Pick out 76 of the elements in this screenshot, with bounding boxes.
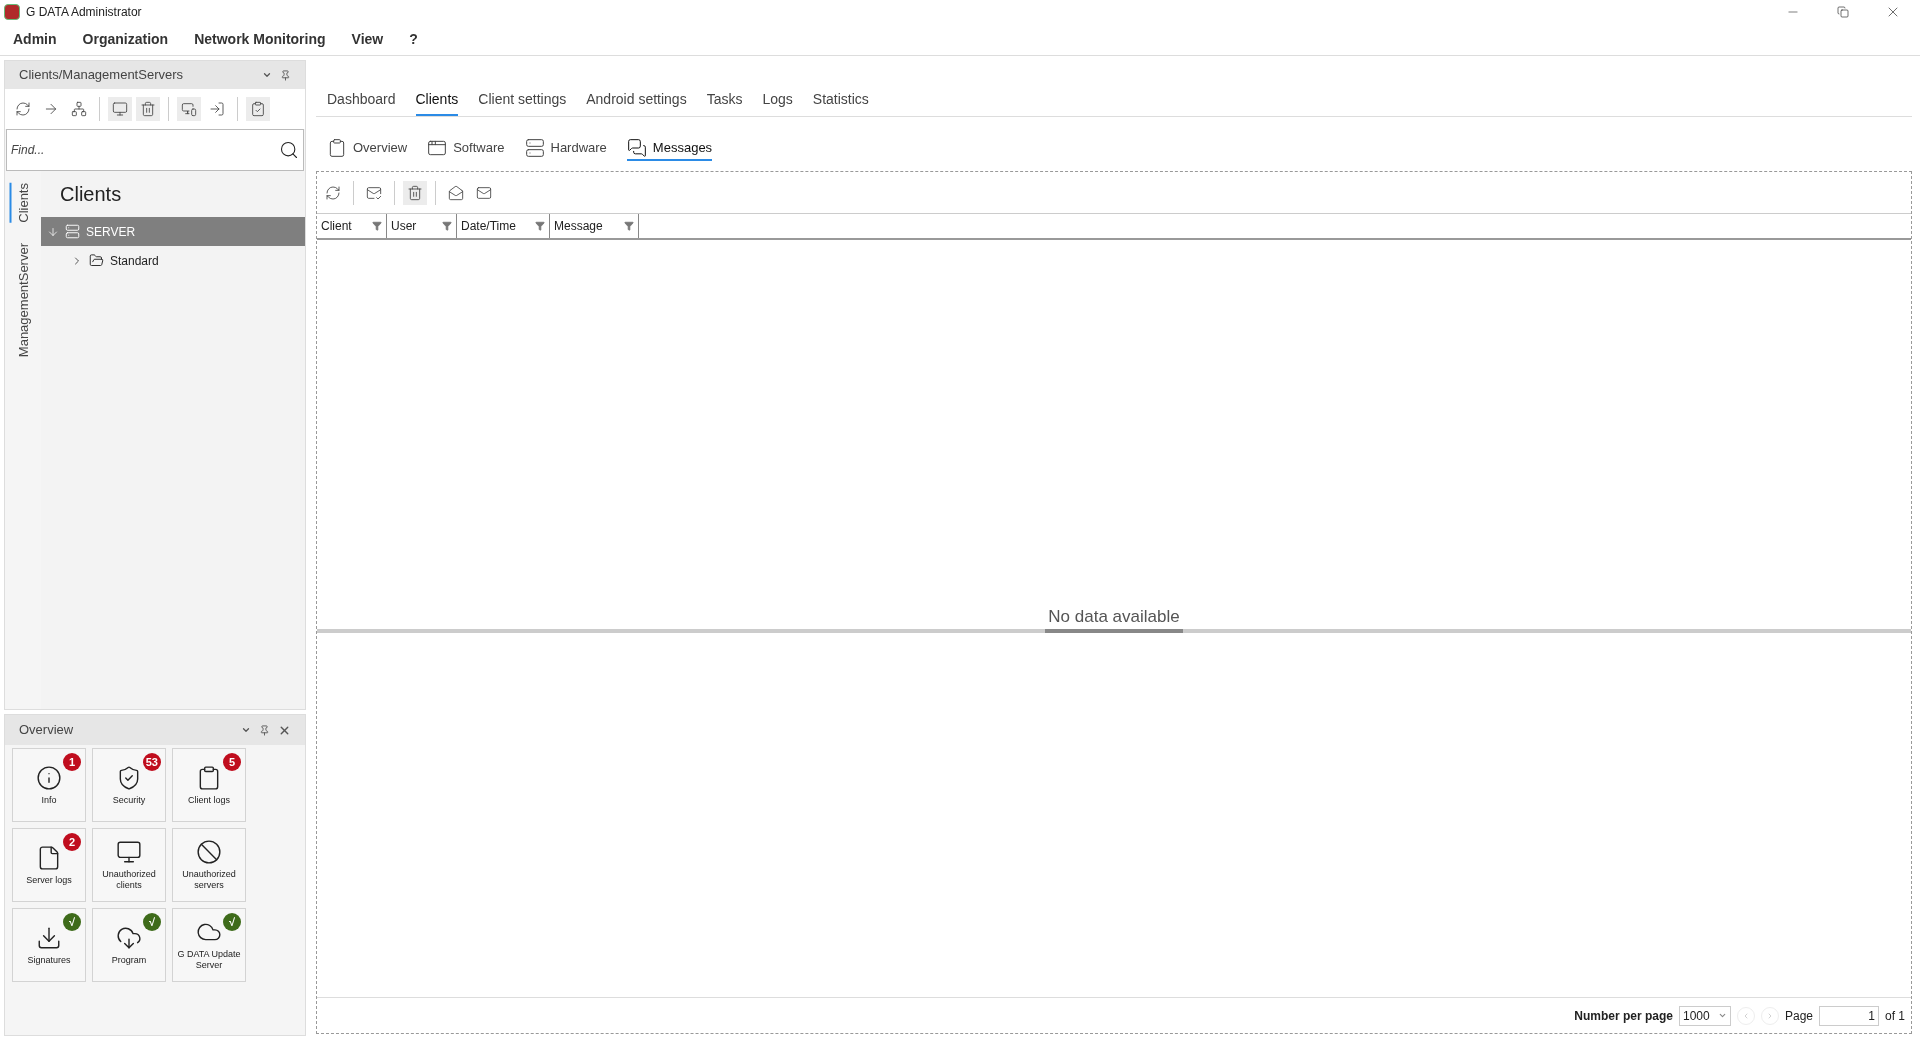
column-header[interactable]: Date/Time [457, 214, 550, 238]
page-count: of 1 [1885, 1007, 1905, 1025]
side-tab[interactable]: Clients [10, 183, 36, 223]
page-label: Page [1784, 1007, 1813, 1025]
tree-item[interactable]: Standard [41, 246, 305, 275]
tree-item[interactable]: SERVER [41, 217, 305, 246]
expand-arrow-icon [47, 225, 59, 238]
folder-icon [89, 253, 104, 268]
menu-item[interactable]: ? [409, 29, 418, 50]
pin-icon[interactable] [280, 69, 291, 81]
server-icon [65, 224, 80, 239]
restore-icon [1837, 6, 1849, 18]
column-header[interactable]: Message [550, 214, 639, 238]
page-field[interactable]: 1 [1819, 1005, 1879, 1026]
search-icon[interactable] [279, 140, 299, 160]
app-logo-icon [4, 4, 20, 20]
view-tab[interactable]: Overview [327, 137, 408, 161]
overview-tile[interactable]: Unauthorized servers [172, 828, 246, 902]
main-tab[interactable]: Logs [762, 89, 793, 116]
count-badge: √ [223, 913, 241, 931]
count-badge: 2 [63, 833, 81, 851]
main-tab[interactable]: Tasks [706, 89, 743, 116]
main-tab[interactable]: Statistics [812, 89, 869, 116]
side-tab[interactable]: ManagementServer [10, 242, 36, 357]
search-field[interactable]: Find... [6, 129, 304, 171]
count-badge: 53 [142, 753, 161, 771]
count-badge: 5 [223, 753, 241, 771]
checklist-icon[interactable] [246, 97, 270, 121]
clipboard-icon [327, 137, 347, 158]
overview-tile[interactable]: Security 53 [92, 748, 166, 822]
overview-tile[interactable]: Signatures √ [12, 908, 86, 982]
dropdown-caret-icon [1717, 1011, 1727, 1020]
monitor-icon [116, 839, 142, 865]
count-badge: √ [63, 913, 81, 931]
overview-tile[interactable]: Server logs 2 [12, 828, 86, 902]
panel-title: Clients/ManagementServers [19, 66, 184, 85]
per-page-dropdown[interactable]: 1000 [1678, 1005, 1731, 1026]
chat-icon [626, 137, 647, 158]
filter-icon [624, 221, 634, 231]
info-icon [36, 764, 62, 791]
filter-icon [535, 221, 545, 231]
trash-icon[interactable] [403, 180, 427, 205]
menu-item[interactable]: View [351, 29, 384, 50]
tree-heading: Clients [59, 182, 123, 207]
server-icon [524, 137, 545, 158]
trash-icon[interactable] [136, 97, 160, 121]
main-tab[interactable]: Clients [415, 89, 459, 116]
menu-item[interactable]: Network Monitoring [194, 29, 326, 50]
devices-icon[interactable] [177, 97, 201, 121]
overview-tile[interactable]: Program √ [92, 908, 166, 982]
main-tab[interactable]: Android settings [586, 89, 687, 116]
overview-tile[interactable]: Unauthorized clients [92, 828, 166, 902]
count-badge: 1 [63, 753, 81, 771]
column-header[interactable]: User [387, 214, 457, 238]
dropdown-caret-icon[interactable] [262, 70, 272, 80]
view-tab[interactable]: Messages [626, 137, 713, 161]
count-badge: √ [143, 913, 161, 931]
main-tab[interactable]: Client settings [478, 89, 567, 116]
empty-message: No data available [1048, 605, 1180, 628]
per-page-label: Number per page [1574, 1007, 1673, 1025]
overview-tile[interactable]: Info 1 [12, 748, 86, 822]
pin-icon[interactable] [259, 724, 270, 736]
view-tab[interactable]: Software [427, 137, 505, 161]
main-tab[interactable]: Dashboard [327, 89, 396, 116]
window-title: G DATA Administrator [26, 4, 142, 21]
menu-item[interactable]: Admin [13, 29, 57, 50]
panel-title: Overview [19, 721, 74, 740]
overview-tile[interactable]: G DATA Update Server √ [172, 908, 246, 982]
view-tab[interactable]: Hardware [524, 137, 607, 161]
filter-icon [372, 221, 382, 231]
column-header[interactable]: Client [317, 214, 387, 238]
menu-item[interactable]: Organization [82, 29, 169, 50]
prohibited-icon [196, 839, 222, 865]
overview-tile[interactable]: Client logs 5 [172, 748, 246, 822]
dropdown-caret-icon[interactable] [241, 725, 251, 735]
filter-icon [442, 221, 452, 231]
